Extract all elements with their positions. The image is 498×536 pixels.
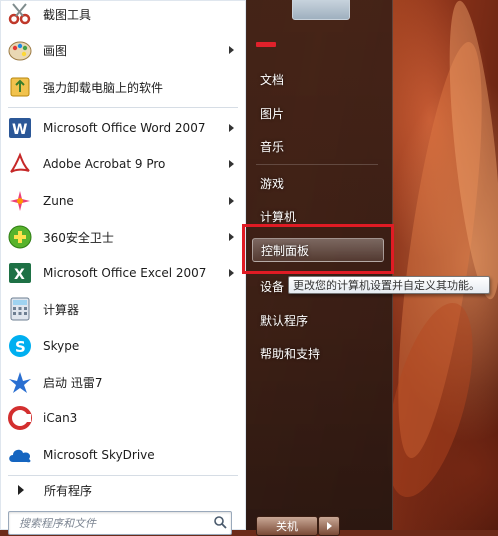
divider — [8, 475, 238, 476]
search-input[interactable] — [17, 514, 201, 532]
skype-icon: S — [6, 332, 34, 360]
program-calculator[interactable]: 计算器 — [6, 292, 242, 326]
svg-text:W: W — [12, 122, 27, 138]
thunder-icon — [6, 368, 34, 396]
acrobat-icon — [6, 150, 34, 178]
program-thunder-7[interactable]: 启动 迅雷7 — [6, 365, 242, 399]
program-label: 计算器 — [43, 302, 80, 317]
search-box[interactable] — [8, 511, 232, 535]
user-name-redacted[interactable] — [256, 42, 276, 47]
shutdown-button[interactable]: 关机 — [256, 516, 318, 536]
submenu-arrow-icon[interactable] — [229, 160, 234, 168]
zune-icon — [6, 187, 34, 215]
program-zune[interactable]: Zune — [6, 184, 242, 218]
program-uninstaller[interactable]: 强力卸载电脑上的软件 — [6, 70, 242, 104]
all-programs-button[interactable]: 所有程序 — [6, 478, 242, 502]
program-label: Zune — [43, 194, 74, 208]
uninstall-recycle-icon — [6, 73, 34, 101]
program-skype[interactable]: S Skype — [6, 329, 242, 363]
program-label: 画图 — [43, 43, 68, 58]
program-snipping-tool[interactable]: 截图工具 — [6, 0, 242, 31]
places-item-pictures[interactable]: 图片 — [252, 101, 384, 125]
program-skydrive[interactable]: Microsoft SkyDrive — [6, 438, 242, 472]
places-item-games[interactable]: 游戏 — [252, 171, 384, 195]
places-item-help-support[interactable]: 帮助和支持 — [252, 341, 384, 365]
submenu-arrow-icon[interactable] — [229, 269, 234, 277]
program-paint[interactable]: 画图 — [6, 33, 242, 67]
program-excel-2007[interactable]: X Microsoft Office Excel 2007 — [6, 256, 242, 290]
user-picture-icon[interactable] — [292, 0, 350, 20]
program-label: 截图工具 — [43, 7, 92, 22]
shutdown-options-button[interactable] — [318, 516, 340, 536]
skydrive-cloud-icon — [6, 441, 34, 469]
program-label: Adobe Acrobat 9 Pro — [43, 157, 166, 171]
program-acrobat[interactable]: Adobe Acrobat 9 Pro — [6, 147, 242, 181]
scissors-icon — [6, 0, 34, 28]
submenu-arrow-icon[interactable] — [229, 46, 234, 54]
submenu-arrow-icon[interactable] — [229, 233, 234, 241]
submenu-arrow-icon[interactable] — [229, 124, 234, 132]
program-label: Skype — [43, 339, 80, 353]
excel-icon: X — [6, 259, 34, 287]
places-item-default-programs[interactable]: 默认程序 — [252, 308, 384, 332]
program-label: 启动 迅雷7 — [43, 375, 103, 390]
program-label: 360安全卫士 — [43, 230, 114, 245]
word-icon: W — [6, 114, 34, 142]
svg-text:S: S — [15, 338, 26, 356]
program-label: iCan3 — [43, 411, 78, 425]
program-label: Microsoft SkyDrive — [43, 448, 155, 462]
tooltip: 更改您的计算机设置并自定义其功能。 — [288, 276, 490, 294]
divider — [256, 164, 378, 165]
shield-360-icon — [6, 223, 34, 251]
program-label: Microsoft Office Word 2007 — [43, 121, 206, 135]
all-programs-label: 所有程序 — [44, 483, 93, 498]
highlight-annotation-box — [242, 224, 394, 274]
start-menu-programs-panel: 截图工具 画图 强力卸载电脑上的软件 W Microsoft Office Wo… — [0, 0, 247, 535]
program-360-safe[interactable]: 360安全卫士 — [6, 220, 242, 254]
ican-icon — [6, 404, 34, 432]
calculator-icon — [6, 295, 34, 323]
search-icon[interactable] — [213, 515, 227, 532]
paint-palette-icon — [6, 36, 34, 64]
divider — [8, 107, 238, 108]
program-word-2007[interactable]: W Microsoft Office Word 2007 — [6, 111, 242, 145]
program-ican3[interactable]: iCan3 — [6, 401, 242, 435]
expand-arrow-icon — [18, 485, 24, 495]
places-item-music[interactable]: 音乐 — [252, 134, 384, 158]
places-item-documents[interactable]: 文档 — [252, 67, 384, 91]
program-label: Microsoft Office Excel 2007 — [43, 266, 207, 280]
submenu-arrow-icon[interactable] — [229, 197, 234, 205]
chevron-right-icon — [326, 522, 332, 530]
svg-text:X: X — [14, 267, 25, 283]
program-label: 强力卸载电脑上的软件 — [43, 80, 164, 95]
